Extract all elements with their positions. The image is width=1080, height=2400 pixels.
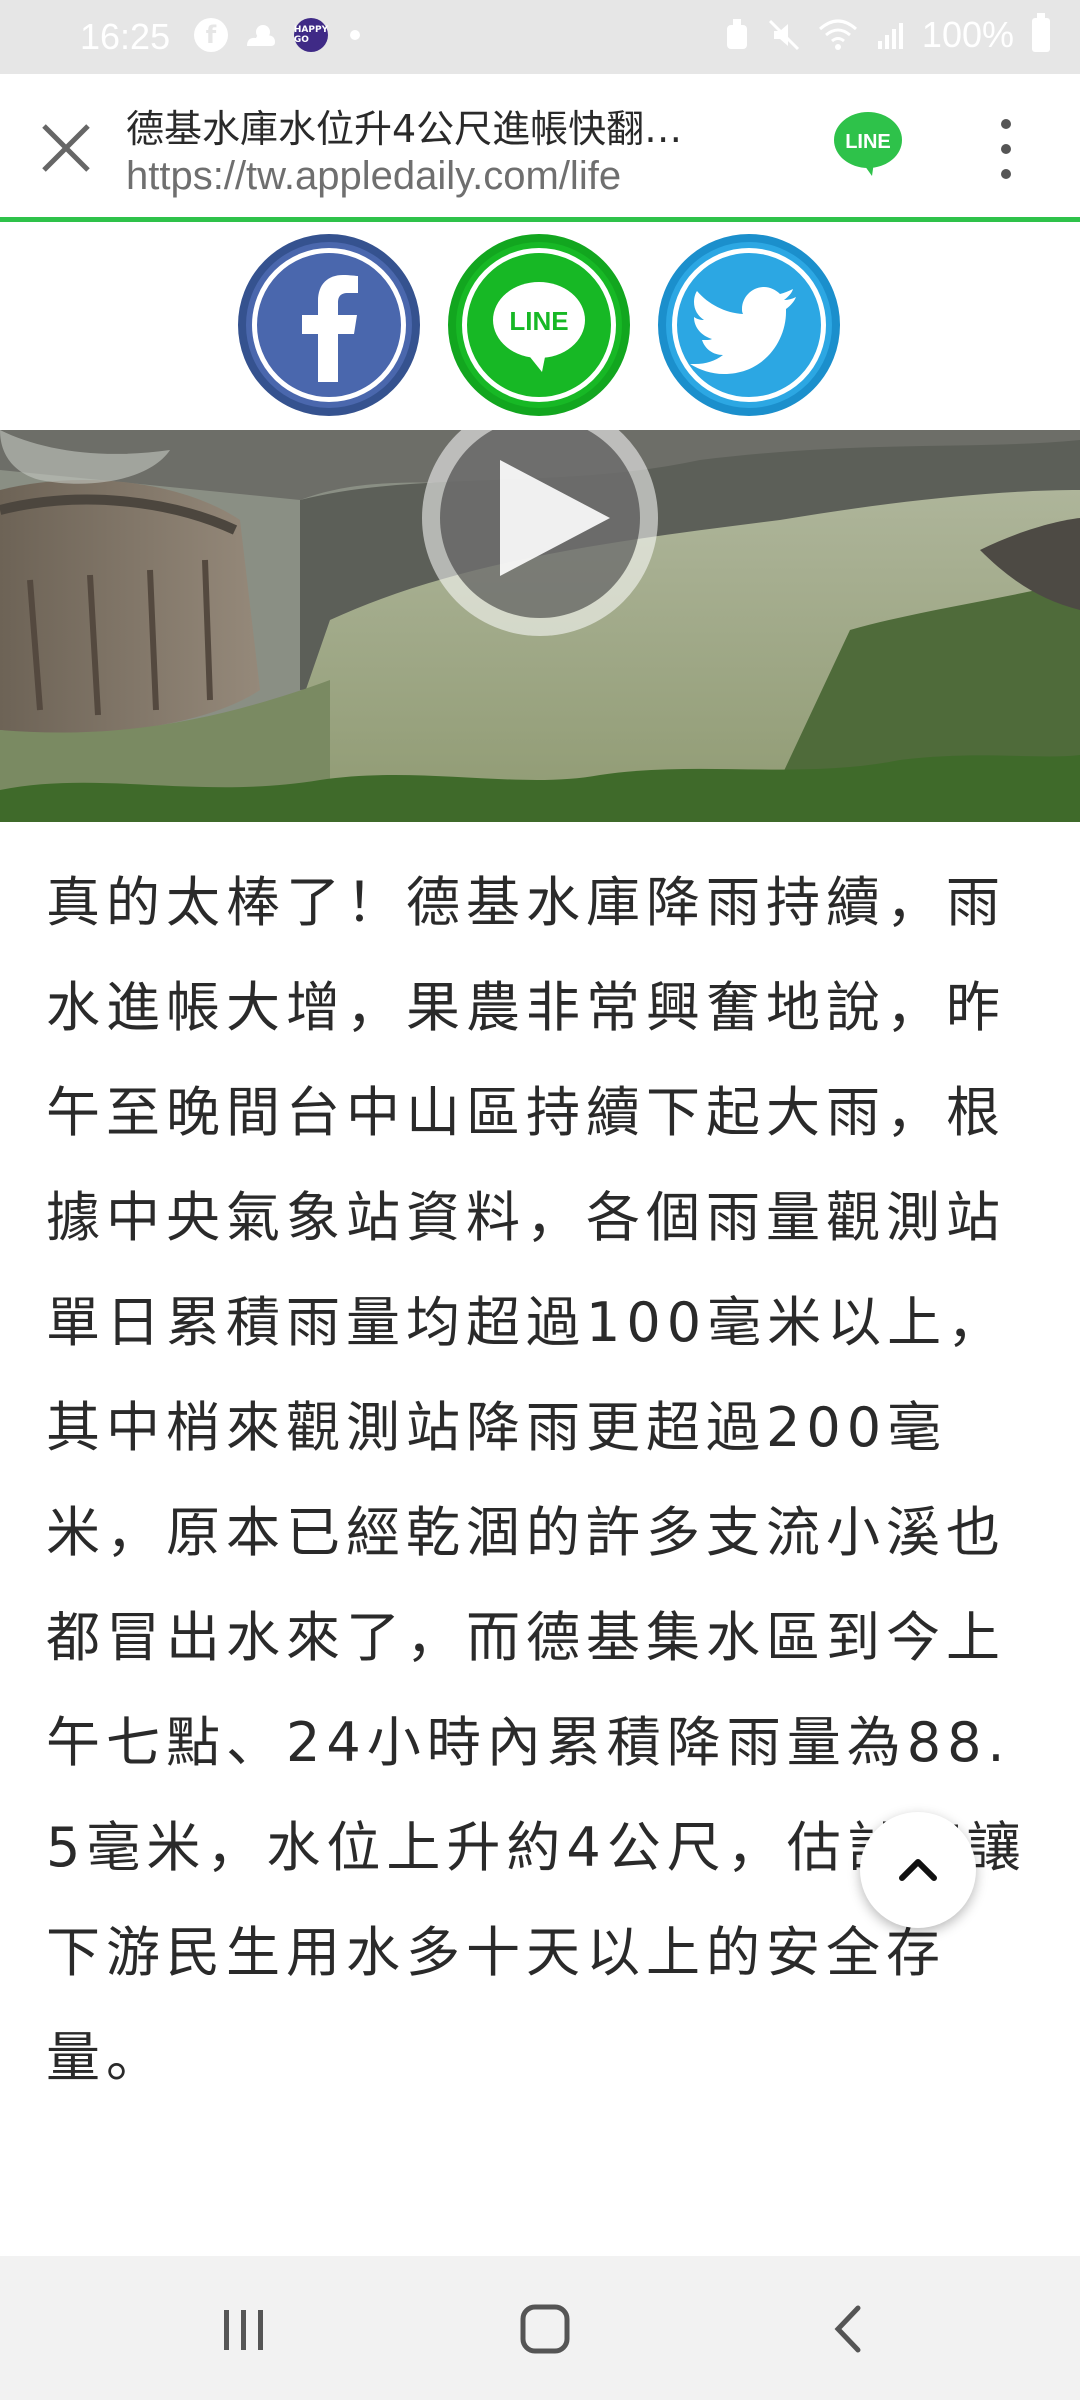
back-icon[interactable]	[830, 2304, 866, 2354]
share-twitter-button[interactable]	[658, 234, 840, 416]
happygo-app-icon: HAPPY GO	[294, 18, 328, 52]
alarm-icon	[726, 19, 747, 49]
battery-icon	[1032, 13, 1050, 52]
share-bar: LINE	[0, 222, 1080, 430]
line-icon: LINE	[493, 282, 585, 372]
page-title: 德基水庫水位升4公尺進帳快翻…	[126, 107, 683, 151]
video-player[interactable]	[0, 430, 1080, 822]
svg-text:LINE: LINE	[845, 131, 891, 153]
facebook-icon	[302, 275, 358, 382]
status-bar: 16:25 f HAPPY GO 100%	[0, 0, 1080, 74]
scroll-to-top-button[interactable]	[860, 1812, 976, 1928]
facebook-notification-icon: f	[194, 18, 228, 52]
url-text[interactable]: https://tw.appledaily.com/life	[126, 154, 621, 199]
wifi-icon	[818, 19, 857, 50]
status-time: 16:25	[80, 16, 171, 57]
twitter-icon	[690, 287, 796, 374]
chevron-up-icon	[899, 1859, 937, 1881]
system-nav-bar	[0, 2256, 1080, 2400]
close-icon[interactable]	[36, 118, 96, 178]
article-body: 真的太棒了！德基水庫降雨持續，雨水進帳大增，果農非常興奮地說，昨午至晚間台中山區…	[46, 871, 1027, 2089]
more-options-icon[interactable]	[986, 114, 1026, 184]
signal-icon	[877, 23, 903, 49]
dot-icon	[350, 30, 360, 40]
share-line-button[interactable]: LINE	[448, 234, 630, 416]
home-icon[interactable]	[520, 2304, 570, 2354]
mute-icon	[768, 19, 799, 51]
weather-icon	[242, 18, 280, 52]
line-logo-icon[interactable]: LINE	[832, 110, 904, 178]
recent-apps-icon[interactable]	[220, 2308, 268, 2352]
browser-header: 德基水庫水位升4公尺進帳快翻… https://tw.appledaily.co…	[0, 74, 1080, 222]
svg-text:LINE: LINE	[509, 306, 568, 336]
share-facebook-button[interactable]	[238, 234, 420, 416]
battery-percent: 100%	[921, 14, 1014, 55]
video-thumbnail	[0, 430, 1080, 822]
